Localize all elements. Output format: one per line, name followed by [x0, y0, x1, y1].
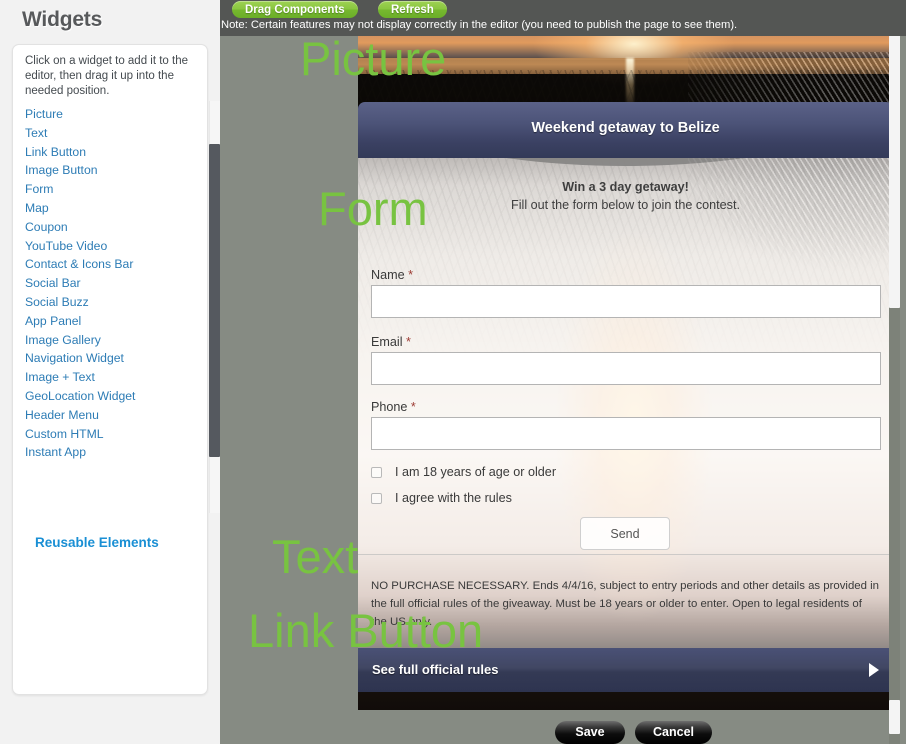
link-button-label: See full official rules	[372, 662, 499, 677]
age-consent-checkbox[interactable]	[371, 467, 382, 478]
save-button[interactable]: Save	[555, 721, 625, 744]
widget-item-social-bar[interactable]: Social Bar	[25, 274, 197, 293]
overlay-label-text: Text	[272, 530, 359, 583]
page-editor-root: Widgets Click on a widget to add it to t…	[0, 0, 906, 744]
phone-required-marker: *	[410, 400, 416, 414]
chevron-right-icon	[869, 663, 879, 677]
widget-item-geolocation-widget[interactable]: GeoLocation Widget	[25, 387, 197, 406]
name-field-label: Name *	[371, 268, 413, 282]
editor-note-text: Note: Certain features may not display c…	[221, 19, 738, 31]
widget-item-social-buzz[interactable]: Social Buzz	[25, 293, 197, 312]
widgets-hint-text: Click on a widget to add it to the edito…	[25, 55, 189, 97]
editor-toolbar: Drag Components Refresh Note: Certain fe…	[220, 0, 906, 36]
link-button-widget[interactable]: See full official rules	[358, 648, 893, 692]
widget-item-image-button[interactable]: Image Button	[25, 161, 197, 180]
phone-input[interactable]	[371, 417, 881, 450]
age-consent-label: I am 18 years of age or older	[395, 465, 557, 479]
widgets-card: Click on a widget to add it to the edito…	[12, 44, 220, 695]
email-field-label: Email *	[371, 335, 411, 349]
form-tagline-bold: Win a 3 day getaway!	[562, 180, 689, 194]
widget-item-app-panel[interactable]: App Panel	[25, 312, 197, 331]
phone-field-label: Phone *	[371, 400, 416, 414]
widget-item-picture[interactable]: Picture	[25, 105, 197, 124]
widget-item-map[interactable]: Map	[25, 199, 197, 218]
widget-item-text[interactable]: Text	[25, 124, 197, 143]
widgets-sidebar: Widgets Click on a widget to add it to t…	[0, 0, 220, 744]
page-header-title: Weekend getaway to Belize	[531, 120, 720, 136]
widget-list: Picture Text Link Button Image Button Fo…	[25, 105, 197, 462]
legal-disclaimer-text: NO PURCHASE NECESSARY. Ends 4/4/16, subj…	[371, 580, 879, 628]
widget-item-navigation-widget[interactable]: Navigation Widget	[25, 349, 197, 368]
widget-item-coupon[interactable]: Coupon	[25, 218, 197, 237]
text-widget[interactable]: NO PURCHASE NECESSARY. Ends 4/4/16, subj…	[358, 554, 893, 648]
reusable-elements-heading[interactable]: Reusable Elements	[35, 535, 159, 550]
sidebar-scrollbar-thumb[interactable]	[209, 144, 220, 457]
widget-item-form[interactable]: Form	[25, 180, 197, 199]
widget-item-header-menu[interactable]: Header Menu	[25, 406, 197, 425]
widget-item-instant-app[interactable]: Instant App	[25, 443, 197, 462]
widget-item-youtube-video[interactable]: YouTube Video	[25, 237, 197, 256]
form-widget[interactable]: Win a 3 day getaway! Fill out the form b…	[358, 158, 893, 554]
page-title: Widgets	[22, 8, 103, 31]
refresh-button[interactable]: Refresh	[378, 1, 447, 18]
rules-consent-checkbox[interactable]	[371, 493, 382, 504]
widget-item-image-gallery[interactable]: Image Gallery	[25, 331, 197, 350]
email-label-text: Email	[371, 335, 403, 349]
page-header-widget[interactable]: Weekend getaway to Belize	[358, 102, 893, 158]
name-label-text: Name	[371, 268, 405, 282]
cancel-button[interactable]: Cancel	[635, 721, 712, 744]
widget-item-contact-icons-bar[interactable]: Contact & Icons Bar	[25, 255, 197, 274]
canvas-scrollbar-thumb[interactable]	[889, 28, 900, 308]
canvas-scrollbar-thumb-lower[interactable]	[889, 700, 900, 734]
page-preview: Weekend getaway to Belize Win a 3 day ge…	[358, 30, 893, 710]
widget-item-custom-html[interactable]: Custom HTML	[25, 425, 197, 444]
name-input[interactable]	[371, 285, 881, 318]
editor-canvas: Drag Components Refresh Note: Certain fe…	[220, 0, 906, 744]
form-tagline-sub: Fill out the form below to join the cont…	[511, 198, 740, 212]
widget-item-link-button[interactable]: Link Button	[25, 143, 197, 162]
email-required-marker: *	[406, 335, 411, 349]
email-input[interactable]	[371, 352, 881, 385]
name-required-marker: *	[408, 268, 413, 282]
send-button[interactable]: Send	[580, 517, 670, 550]
rules-consent-label: I agree with the rules	[395, 491, 512, 505]
phone-label-text: Phone	[371, 400, 408, 414]
drag-components-button[interactable]: Drag Components	[232, 1, 358, 18]
widget-item-image-plus-text[interactable]: Image + Text	[25, 368, 197, 387]
